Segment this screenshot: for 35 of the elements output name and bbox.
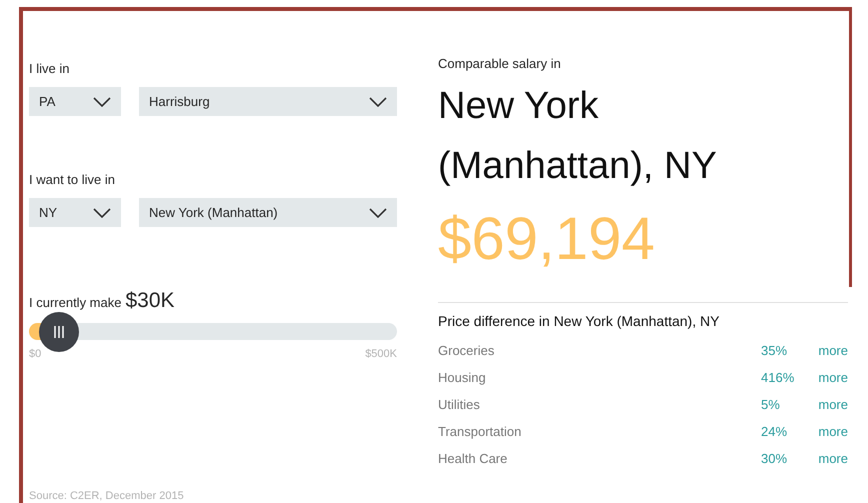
salary-amount: $69,194 bbox=[438, 204, 656, 274]
income-amount: $30K bbox=[125, 289, 175, 314]
income-label: I currently make bbox=[29, 295, 122, 312]
more-link[interactable]: more bbox=[816, 451, 848, 467]
city-select[interactable]: New York (Manhattan) bbox=[139, 198, 397, 228]
min-label: $0 bbox=[29, 348, 42, 360]
chevron-down-icon bbox=[369, 96, 387, 106]
result-label: Comparable salary in bbox=[438, 56, 562, 72]
more-link[interactable]: more bbox=[816, 424, 848, 440]
percent-value: 24% bbox=[761, 424, 788, 440]
category-label: Transportation bbox=[438, 424, 522, 440]
percent-value: 416% bbox=[761, 370, 796, 386]
slider-handle[interactable] bbox=[39, 312, 80, 352]
chevron-down-icon bbox=[369, 208, 387, 218]
more-link[interactable]: more bbox=[816, 397, 848, 413]
category-label: Health Care bbox=[438, 451, 508, 467]
chevron-down-icon bbox=[93, 96, 111, 106]
field-label: I live in bbox=[29, 61, 70, 77]
section-title: Price difference in New York (Manhattan), NY bbox=[438, 313, 720, 329]
percent-value: 35% bbox=[761, 343, 788, 359]
percent-value: 5% bbox=[761, 397, 781, 413]
state-select[interactable]: NY bbox=[29, 198, 121, 228]
state-select[interactable]: PA bbox=[29, 87, 121, 116]
max-label: $500K bbox=[365, 348, 397, 360]
field-label: I want to live in bbox=[29, 172, 116, 188]
percent-value: 30% bbox=[761, 451, 788, 467]
more-link[interactable]: more bbox=[816, 343, 848, 359]
category-label: Utilities bbox=[438, 397, 481, 413]
city-select[interactable]: Harrisburg bbox=[139, 87, 397, 116]
chevron-down-icon bbox=[93, 208, 111, 218]
source-note: Source: C2ER, December 2015 bbox=[29, 490, 185, 503]
more-link[interactable]: more bbox=[816, 370, 848, 386]
city-title: New York (Manhattan), NY bbox=[438, 84, 718, 189]
category-label: Housing bbox=[438, 370, 487, 386]
category-label: Groceries bbox=[438, 343, 496, 359]
